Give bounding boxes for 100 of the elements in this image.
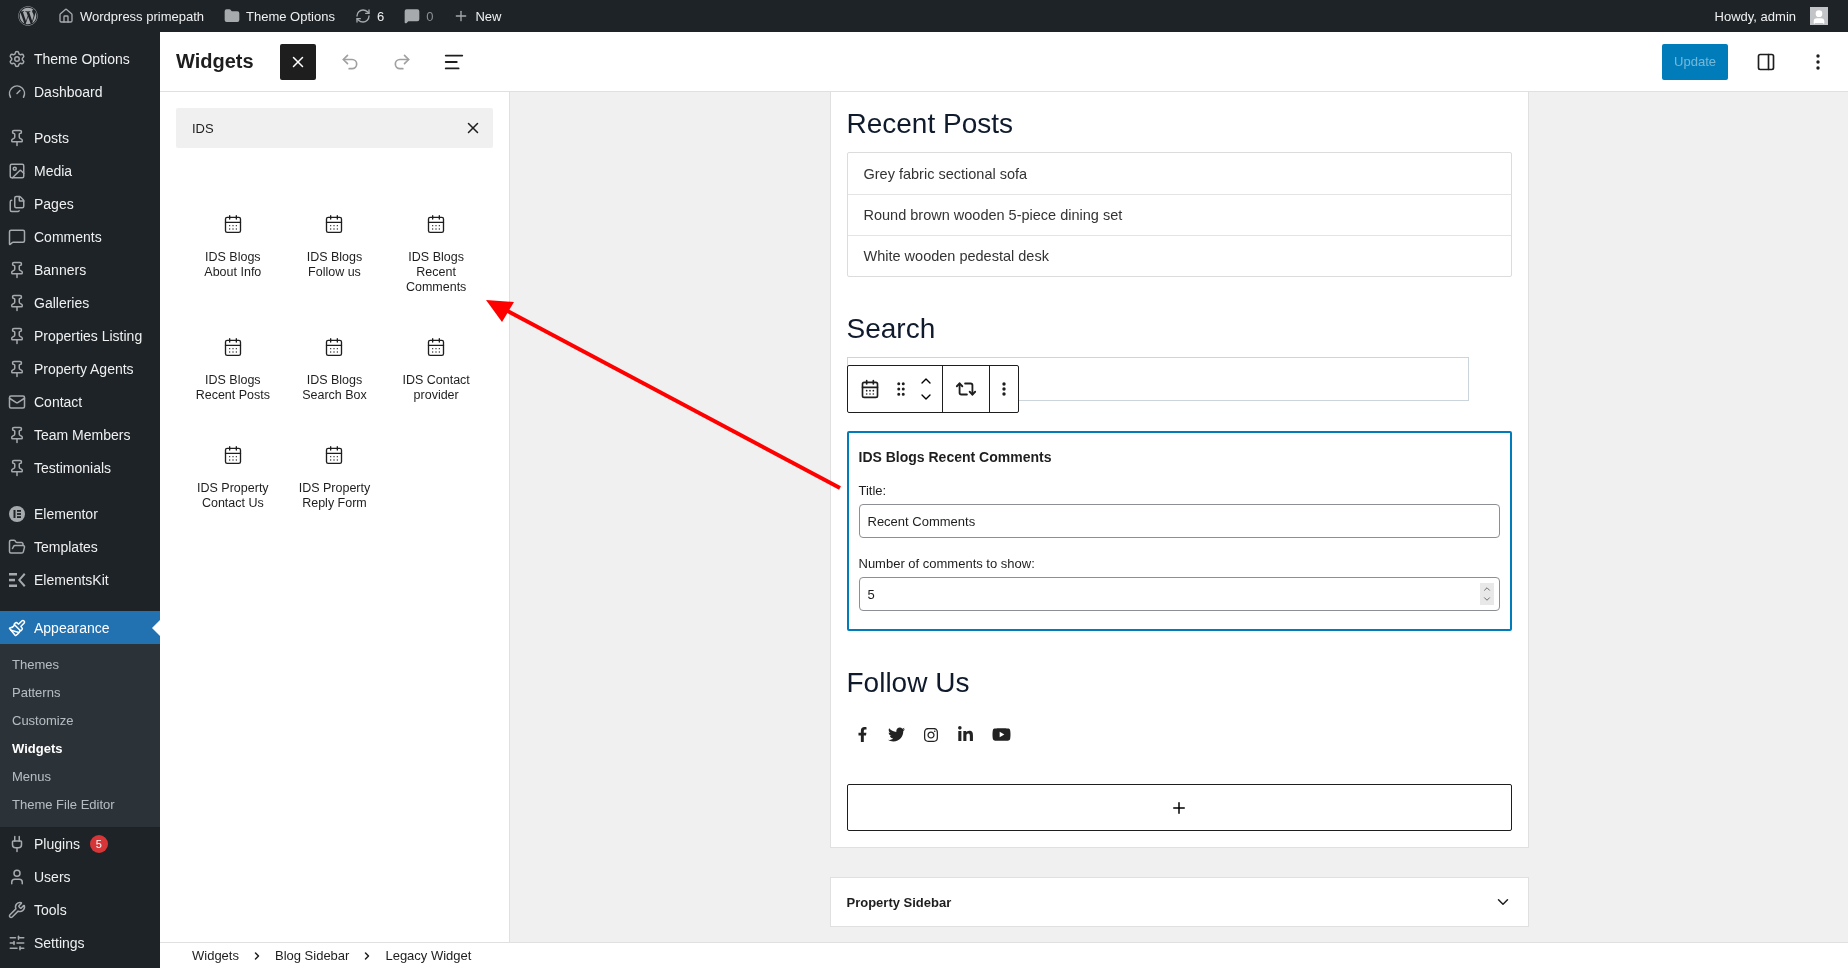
menu-item[interactable]: Galleries — [0, 286, 160, 319]
more-icon — [1816, 53, 1820, 70]
admin-bar-link[interactable]: 0 — [394, 0, 444, 32]
menu-item[interactable]: Pages — [0, 187, 160, 220]
calendar-icon — [222, 445, 243, 465]
youtube-icon[interactable] — [991, 725, 1011, 744]
submenu-item[interactable]: Widgets — [0, 735, 160, 763]
pin-icon — [8, 260, 26, 279]
instagram-icon[interactable] — [922, 726, 939, 743]
more-icon — [1001, 382, 1006, 396]
menu-item[interactable]: Testimonials — [0, 451, 160, 484]
folder-icon — [224, 8, 241, 24]
twitter-icon[interactable] — [887, 726, 905, 743]
comment-icon — [8, 227, 26, 246]
menu-item[interactable]: Properties Listing — [0, 319, 160, 352]
block-item[interactable]: IDS Contact provider — [391, 331, 482, 409]
panel-icon — [1756, 51, 1776, 72]
mail-icon — [8, 392, 26, 411]
calendar-icon — [426, 214, 447, 234]
site-link[interactable]: Wordpress primepath — [48, 0, 215, 32]
submenu-item[interactable]: Customize — [0, 707, 160, 735]
submenu-item[interactable]: Themes — [0, 651, 160, 679]
section-heading: Recent Posts — [846, 108, 1015, 140]
field-label: Number of comments to show: — [858, 556, 1036, 571]
post-link[interactable]: White wooden pedestal desk — [847, 235, 1511, 276]
post-link[interactable]: Grey fabric sectional sofa — [847, 153, 1511, 194]
menu-item[interactable]: Posts — [0, 121, 160, 154]
account-link[interactable]: Howdy, admin — [1704, 0, 1838, 32]
admin-bar-link[interactable]: New — [443, 0, 512, 32]
menu-item[interactable]: Theme Options — [0, 42, 160, 75]
pin-icon — [8, 458, 26, 477]
block-item[interactable]: IDS Blogs About Info — [187, 208, 278, 286]
menu-item[interactable]: Tools — [0, 893, 160, 926]
sliders-icon — [8, 933, 26, 952]
menu-item[interactable]: Comments — [0, 220, 160, 253]
submenu-item[interactable]: Patterns — [0, 679, 160, 707]
breadcrumb-link[interactable]: Legacy Widget — [379, 948, 478, 963]
block-item[interactable]: IDS Blogs Recent Comments — [391, 208, 482, 301]
section-heading: Search — [846, 313, 937, 345]
admin-bar-link[interactable]: Theme Options — [214, 0, 345, 32]
gauge-icon — [8, 82, 26, 101]
breadcrumb-link[interactable]: Blog Sidebar — [268, 948, 356, 963]
menu-item[interactable]: Media — [0, 154, 160, 187]
home-icon — [58, 8, 74, 24]
clear-button[interactable] — [453, 108, 493, 148]
undo-icon — [339, 51, 360, 72]
pin-icon — [8, 425, 26, 444]
close-button[interactable] — [279, 43, 316, 80]
calendar-icon — [324, 337, 345, 357]
calendar-icon — [324, 445, 345, 465]
pin-icon — [8, 128, 26, 147]
refresh-icon — [354, 8, 371, 24]
gear-icon — [8, 49, 26, 68]
linkedin-icon[interactable] — [956, 726, 974, 743]
add-block-button[interactable] — [846, 784, 1512, 831]
block-item[interactable]: IDS Property Reply Form — [289, 439, 380, 517]
section-heading: Follow Us — [846, 667, 971, 699]
menu-item[interactable]: Appearance — [0, 611, 160, 644]
count-badge: 5 — [89, 834, 108, 853]
menu-item[interactable]: Contact — [0, 385, 160, 418]
block-item[interactable]: IDS Blogs Follow us — [289, 208, 380, 286]
block-item[interactable]: IDS Blogs Search Box — [289, 331, 380, 409]
admin-bar-link[interactable]: 6 — [344, 0, 395, 32]
wordpress-logo-icon — [18, 6, 38, 26]
menu-item[interactable]: Users — [0, 860, 160, 893]
menu-item[interactable]: Plugins 5 — [0, 827, 160, 860]
submenu-item[interactable]: Theme File Editor — [0, 791, 160, 819]
field-label: Title: — [858, 483, 888, 498]
pin-icon — [8, 359, 26, 378]
input-field[interactable]: 5 — [858, 577, 1500, 611]
post-link[interactable]: Round brown wooden 5-piece dining set — [847, 194, 1511, 235]
block-item[interactable]: IDS Property Contact Us — [187, 439, 278, 517]
folder-icon — [8, 537, 26, 556]
pin-icon — [8, 293, 26, 312]
menu-item[interactable]: ElementsKit — [0, 563, 160, 596]
avatar-icon — [1810, 7, 1828, 25]
menu-item[interactable]: Team Members — [0, 418, 160, 451]
block-item[interactable]: IDS Blogs Recent Posts — [187, 331, 278, 409]
media-icon — [8, 161, 26, 180]
menu-item[interactable]: Banners — [0, 253, 160, 286]
page-title: Widgets — [176, 50, 254, 73]
elementor-icon — [8, 504, 26, 523]
search-field[interactable]: IDS — [176, 108, 453, 148]
input-field[interactable]: Recent Comments — [858, 504, 1500, 538]
menu-item[interactable]: Templates — [0, 530, 160, 563]
breadcrumb-link[interactable]: Widgets — [186, 948, 245, 963]
calendar-icon — [222, 214, 243, 234]
pin-icon — [8, 326, 26, 345]
widget-area-toggle[interactable]: Property Sidebar — [829, 877, 1529, 927]
submenu-item[interactable]: Menus — [0, 763, 160, 791]
menu-item[interactable]: Elementor — [0, 497, 160, 530]
kit-icon — [8, 570, 26, 589]
widget-title: IDS Blogs Recent Comments — [858, 449, 1053, 465]
menu-item[interactable]: Settings — [0, 926, 160, 959]
wrench-icon — [8, 900, 26, 919]
menu-item[interactable]: Dashboard — [0, 75, 160, 108]
menu-item[interactable]: Property Agents — [0, 352, 160, 385]
comment-icon — [404, 8, 421, 24]
paintbrush-icon — [8, 618, 26, 637]
calendar-icon — [859, 379, 880, 399]
